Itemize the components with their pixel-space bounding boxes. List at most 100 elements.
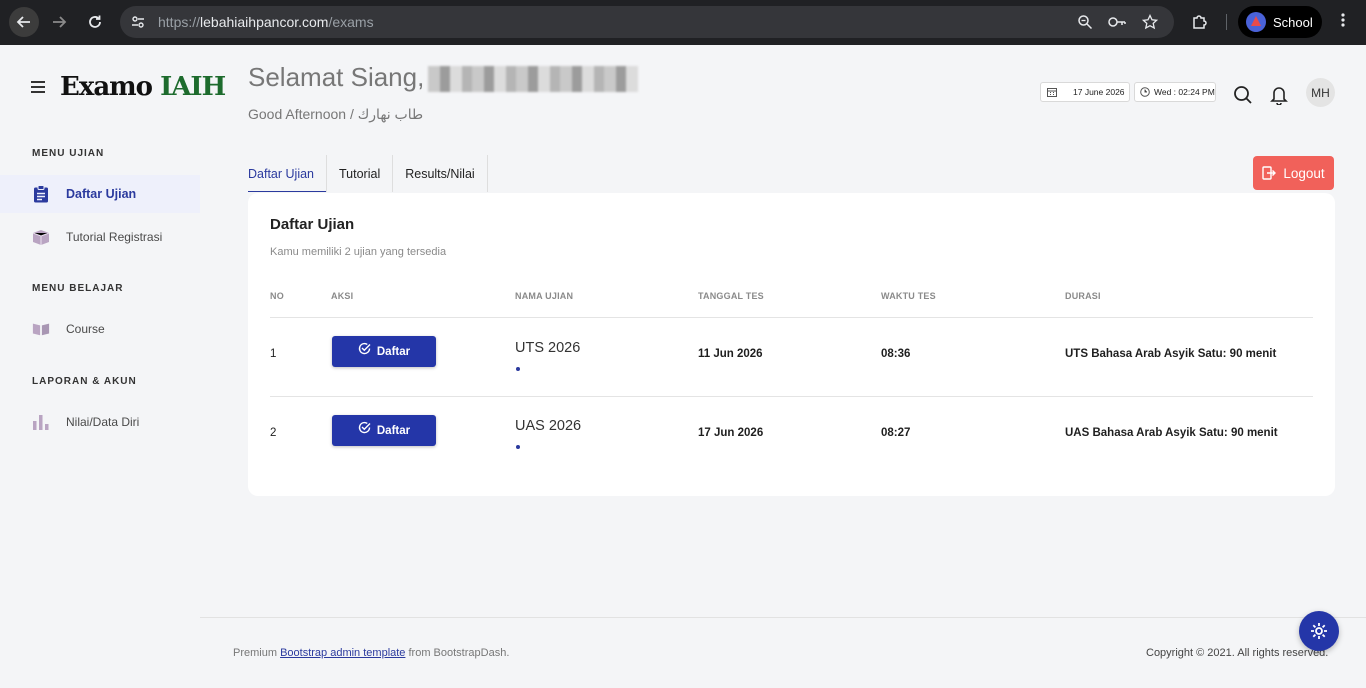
sidebar-item-label: Tutorial Registrasi <box>66 230 163 244</box>
url-scheme: https:// <box>158 14 201 30</box>
exam-date: 17 Jun 2026 <box>698 427 764 439</box>
date-display: 17 June 2026 <box>1040 82 1130 102</box>
exam-duration: UTS Bahasa Arab Asyik Satu: 90 menit <box>1065 348 1277 360</box>
address-bar[interactable]: https://lebahiaihpancor.com/exams <box>120 6 1174 38</box>
logout-icon <box>1262 166 1277 180</box>
column-header-aksi: AKSI <box>331 291 354 301</box>
redacted-user-name <box>428 66 639 93</box>
menu-section-laporan: LAPORAN & AKUN <box>32 376 137 387</box>
logout-label: Logout <box>1283 165 1325 181</box>
exam-duration: UAS Bahasa Arab Asyik Satu: 90 menit <box>1065 427 1278 439</box>
tab-results-nilai[interactable]: Results/Nilai <box>393 155 488 192</box>
exam-date: 11 Jun 2026 <box>698 348 763 360</box>
menu-section-belajar: MENU BELAJAR <box>32 283 124 294</box>
footer-copyright: Copyright © 2021. All rights reserved. <box>1146 647 1329 659</box>
clipboard-icon <box>32 185 50 203</box>
forward-button[interactable] <box>45 8 73 36</box>
profile-button[interactable]: School <box>1238 6 1322 38</box>
brand-logo[interactable]: Examo IAIH <box>60 72 226 102</box>
card-title: Daftar Ujian <box>270 216 355 233</box>
menu-section-ujian: MENU UJIAN <box>32 148 105 159</box>
book-icon <box>32 320 50 338</box>
exam-time: 08:36 <box>881 348 911 360</box>
footer-link[interactable]: Bootstrap admin template <box>280 647 405 659</box>
gear-icon <box>1311 623 1327 639</box>
daftar-label: Daftar <box>376 345 411 358</box>
sidebar-item-label: Course <box>66 322 105 336</box>
sidebar-item-nilai-data-diri[interactable]: Nilai/Data Diri <box>0 403 200 441</box>
exam-tabs: Daftar Ujian Tutorial Results/Nilai <box>248 155 488 192</box>
logout-button[interactable]: Logout <box>1253 156 1334 190</box>
hamburger-menu-icon[interactable] <box>31 81 45 93</box>
browser-menu-icon[interactable] <box>1336 12 1350 33</box>
exam-status-dot <box>516 445 520 449</box>
sidebar-item-course[interactable]: Course <box>0 310 200 348</box>
box-icon <box>32 228 50 246</box>
brand-part2: IAIH <box>160 72 226 102</box>
bell-icon[interactable] <box>1268 84 1290 106</box>
search-icon[interactable] <box>1232 84 1254 106</box>
profile-label: School <box>1273 14 1313 30</box>
arrow-left-icon <box>16 16 30 28</box>
browser-toolbar: https://lebahiaihpancor.com/exams School <box>0 0 1366 45</box>
daftar-button[interactable]: Daftar <box>332 336 436 367</box>
exam-status-dot <box>516 367 520 371</box>
check-circle-icon <box>358 421 371 434</box>
settings-button[interactable] <box>1299 611 1339 651</box>
footer-credit: Premium Bootstrap admin template from Bo… <box>233 647 509 659</box>
column-header-no: NO <box>270 291 284 301</box>
bar-chart-icon <box>32 413 50 431</box>
reload-icon <box>89 15 101 28</box>
page-greeting: Selamat Siang, <box>248 62 639 93</box>
daftar-button[interactable]: Daftar <box>332 415 436 446</box>
tab-tutorial[interactable]: Tutorial <box>327 155 394 192</box>
check-circle-icon <box>358 342 371 355</box>
brand-part1: Examo <box>60 72 153 102</box>
sidebar-item-daftar-ujian[interactable]: Daftar Ujian <box>0 175 200 213</box>
table-divider <box>270 317 1313 318</box>
daftar-label: Daftar <box>376 424 411 437</box>
date-text: 17 June 2026 <box>1073 87 1125 97</box>
zoom-icon[interactable] <box>1075 12 1095 32</box>
password-key-icon[interactable] <box>1107 12 1127 32</box>
back-button[interactable] <box>9 7 39 37</box>
arrow-right-icon <box>53 16 67 28</box>
active-tab-indicator <box>248 191 326 192</box>
calendar-icon <box>1047 87 1057 97</box>
tab-daftar-ujian[interactable]: Daftar Ujian <box>248 155 327 192</box>
sidebar-item-tutorial-registrasi[interactable]: Tutorial Registrasi <box>0 218 200 256</box>
exam-time: 08:27 <box>881 427 911 439</box>
url-path: /exams <box>328 14 374 30</box>
footer-divider <box>200 617 1366 618</box>
url-text: https://lebahiaihpancor.com/exams <box>158 14 374 30</box>
column-header-waktu-tes: WAKTU TES <box>881 291 936 301</box>
greeting-subtitle: Good Afternoon / طاب نهارك <box>248 106 424 122</box>
column-header-nama-ujian: NAMA UJIAN <box>515 291 574 301</box>
exam-name: UAS 2026 <box>515 418 582 434</box>
footer-prefix: Premium <box>233 647 278 659</box>
bookmark-star-icon[interactable] <box>1140 12 1160 32</box>
toolbar-separator <box>1226 14 1227 30</box>
row-number: 1 <box>270 348 277 360</box>
sidebar-item-label: Nilai/Data Diri <box>66 415 140 429</box>
sidebar-item-label: Daftar Ujian <box>66 187 137 201</box>
reload-button[interactable] <box>81 8 109 36</box>
exam-name: UTS 2026 <box>515 340 581 356</box>
extensions-puzzle-icon[interactable] <box>1189 11 1211 33</box>
column-header-durasi: DURASI <box>1065 291 1101 301</box>
profile-avatar-icon <box>1246 12 1266 32</box>
exam-list-card: Daftar Ujian Kamu memiliki 2 ujian yang … <box>248 193 1335 496</box>
url-host: lebahiaihpancor.com <box>200 14 329 30</box>
clock-icon <box>1140 87 1150 97</box>
time-display: Wed : 02:24 PM <box>1134 82 1216 102</box>
avatar[interactable]: MH <box>1306 78 1335 107</box>
column-header-tanggal-tes: TANGGAL TES <box>698 291 764 301</box>
card-description: Kamu memiliki 2 ujian yang tersedia <box>270 246 447 258</box>
table-divider <box>270 396 1313 397</box>
footer-suffix: from BootstrapDash. <box>408 647 510 659</box>
sidebar: Examo IAIH MENU UJIAN Daftar Ujian Tutor… <box>0 45 226 688</box>
site-settings-icon[interactable] <box>128 12 148 32</box>
greeting-text: Selamat Siang, <box>248 62 425 92</box>
row-number: 2 <box>270 427 277 439</box>
time-text: Wed : 02:24 PM <box>1154 87 1215 97</box>
